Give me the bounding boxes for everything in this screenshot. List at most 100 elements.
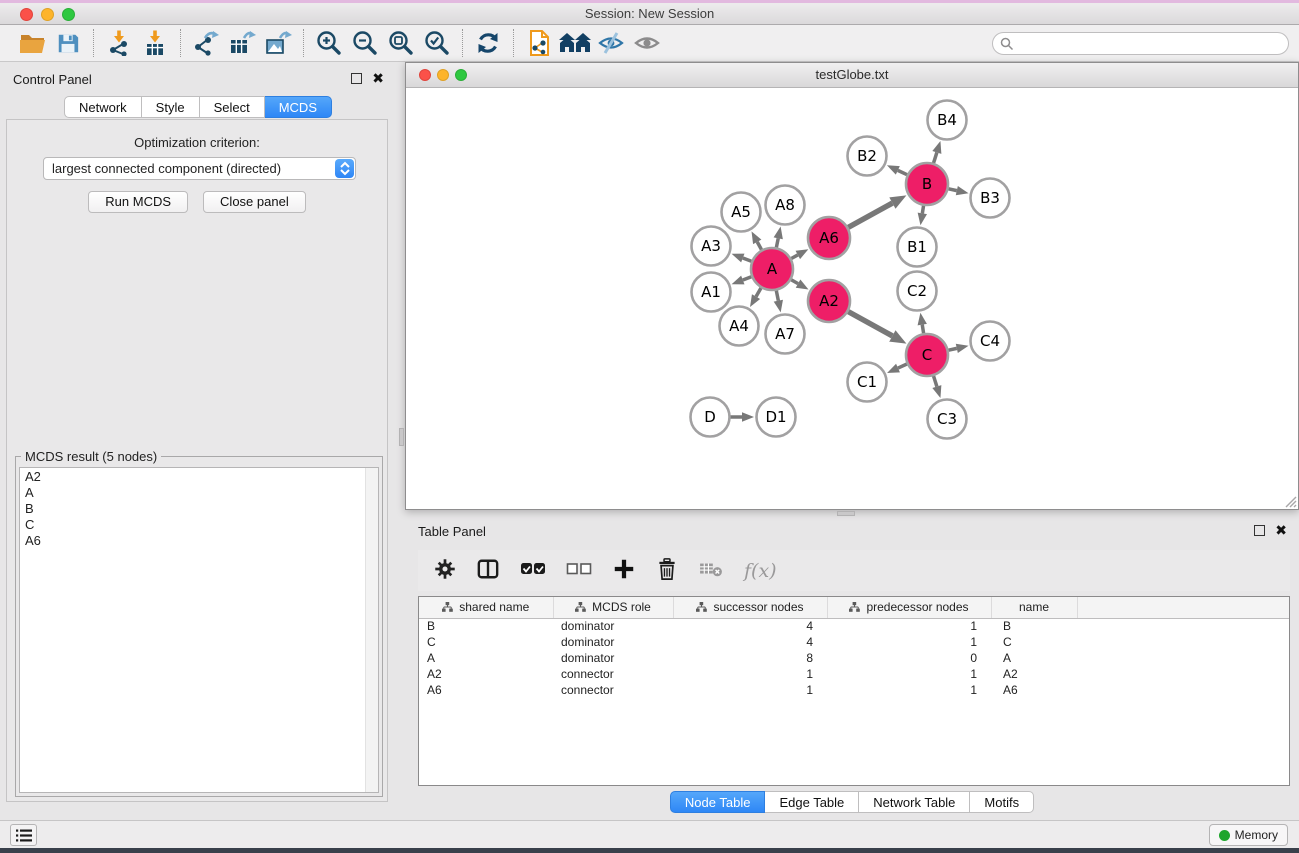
hide-selected-eye-slash-icon[interactable] (593, 27, 629, 59)
control-panel: Control Panel ✖ NetworkStyleSelectMCDS O… (4, 68, 392, 805)
tab-node-table[interactable]: Node Table (670, 791, 766, 813)
edge-C-C4[interactable] (948, 348, 956, 350)
import-network-icon[interactable] (101, 27, 137, 59)
zoom-fit-icon[interactable] (383, 27, 419, 59)
tab-motifs[interactable]: Motifs (970, 791, 1034, 813)
refresh-icon[interactable] (470, 27, 506, 59)
graph-node-label: A5 (731, 203, 751, 221)
app-titlebar: Session: New Session (0, 3, 1299, 25)
mcds-result-item[interactable]: A2 (20, 469, 364, 485)
edge-A-A3[interactable] (743, 258, 752, 261)
splitter-handle-horizontal[interactable] (837, 511, 855, 516)
edge-A-A5[interactable] (757, 242, 761, 250)
show-all-eye-icon[interactable] (629, 27, 665, 59)
tab-network-table[interactable]: Network Table (859, 791, 970, 813)
graph-node-label: A4 (729, 317, 749, 335)
splitter-handle-vertical[interactable] (399, 428, 404, 446)
first-neighbors-icon[interactable] (557, 27, 593, 59)
table-row[interactable]: A6connector11A6 (419, 682, 1289, 698)
import-table-icon[interactable] (137, 27, 173, 59)
edge-A-A6[interactable] (791, 255, 797, 259)
edge-A6-B[interactable] (848, 203, 892, 227)
network-window-title: testGlobe.txt (406, 63, 1298, 87)
export-image-icon[interactable] (260, 27, 296, 59)
edge-A2-C[interactable] (848, 312, 892, 336)
save-session-icon[interactable] (50, 27, 86, 59)
edge-B-B2[interactable] (898, 170, 907, 174)
unselect-all-columns-icon[interactable] (566, 560, 592, 581)
tab-select[interactable]: Select (200, 96, 265, 118)
new-network-from-selection-icon[interactable] (521, 27, 557, 59)
mcds-result-item[interactable]: A (20, 485, 364, 501)
zoom-out-icon[interactable] (347, 27, 383, 59)
float-panel-icon[interactable] (351, 73, 362, 84)
mcds-result-item[interactable]: B (20, 501, 364, 517)
tab-style[interactable]: Style (142, 96, 200, 118)
show-column-panel-icon[interactable] (476, 558, 500, 583)
zoom-network-button[interactable] (455, 69, 467, 81)
zoom-selected-icon[interactable] (419, 27, 455, 59)
edge-B-B1[interactable] (922, 206, 923, 214)
node-table[interactable]: shared nameMCDS rolesuccessor nodesprede… (418, 596, 1290, 786)
table-row[interactable]: Bdominator41B (419, 618, 1289, 634)
edge-C-C1[interactable] (898, 364, 907, 368)
tab-edge-table[interactable]: Edge Table (765, 791, 859, 813)
minimize-network-button[interactable] (437, 69, 449, 81)
mcds-result-item[interactable]: C (20, 517, 364, 533)
zoom-in-icon[interactable] (311, 27, 347, 59)
mcds-result-item[interactable]: A6 (20, 533, 364, 549)
edge-C-C2[interactable] (922, 325, 923, 334)
function-builder-fx-label[interactable]: f(x) (744, 560, 777, 582)
edge-C-C3[interactable] (934, 376, 937, 387)
edge-B-B4[interactable] (934, 152, 937, 163)
mcds-result-list[interactable]: A2ABCA6 (19, 467, 379, 793)
edge-A-A4[interactable] (756, 288, 761, 297)
column-header-successor-nodes[interactable]: successor nodes (673, 597, 827, 618)
select-all-columns-icon[interactable] (520, 560, 546, 581)
edge-A-A7[interactable] (776, 291, 778, 301)
export-network-icon[interactable] (188, 27, 224, 59)
edge-A-A1[interactable] (743, 277, 752, 280)
criterion-dropdown[interactable]: largest connected component (directed) (43, 157, 356, 180)
table-row[interactable]: Adominator80A (419, 650, 1289, 666)
create-column-plus-icon[interactable] (612, 557, 636, 584)
table-settings-gear-icon[interactable] (434, 558, 456, 583)
tab-mcds[interactable]: MCDS (265, 96, 332, 118)
close-table-panel-icon[interactable]: ✖ (1275, 525, 1287, 536)
run-mcds-button[interactable]: Run MCDS (88, 191, 188, 213)
delete-table-icon[interactable] (698, 559, 724, 582)
graph-node-label: A6 (819, 229, 839, 247)
open-file-icon[interactable] (14, 27, 50, 59)
minimize-window-button[interactable] (41, 8, 54, 21)
close-panel-icon[interactable]: ✖ (372, 73, 384, 84)
zoom-window-button[interactable] (62, 8, 75, 21)
graph-node-label: A1 (701, 283, 721, 301)
network-canvas[interactable]: B4B2BB3A5A8A6A3B1AA1C2A2A4A7C4CC1C3DD1 (406, 88, 1298, 509)
column-header-shared-name[interactable]: shared name (419, 597, 553, 618)
close-panel-button[interactable]: Close panel (203, 191, 306, 213)
graph-node-label: B1 (907, 238, 927, 256)
scrollbar-track[interactable] (365, 468, 378, 792)
column-header-MCDS-role[interactable]: MCDS role (553, 597, 673, 618)
edge-A-A2[interactable] (791, 280, 798, 284)
graph-node-label: C (922, 346, 932, 364)
column-header-predecessor-nodes[interactable]: predecessor nodes (827, 597, 991, 618)
edge-A-A8[interactable] (776, 238, 778, 247)
tab-network[interactable]: Network (64, 96, 142, 118)
task-history-list-icon[interactable] (10, 824, 37, 846)
table-row[interactable]: Cdominator41C (419, 634, 1289, 650)
column-header-name[interactable]: name (991, 597, 1077, 618)
resize-grip-icon[interactable] (1283, 494, 1297, 508)
search-input[interactable] (1014, 34, 1288, 53)
close-window-button[interactable] (20, 8, 33, 21)
search-box[interactable] (992, 32, 1289, 55)
network-view-window: testGlobe.txt B4B2BB3A5A8A6A3B1AA1C2A2A4… (405, 62, 1299, 510)
float-table-panel-icon[interactable] (1254, 525, 1265, 536)
network-window-titlebar[interactable]: testGlobe.txt (406, 63, 1298, 88)
export-table-icon[interactable] (224, 27, 260, 59)
close-network-button[interactable] (419, 69, 431, 81)
edge-B-B3[interactable] (948, 189, 956, 191)
delete-column-trash-icon[interactable] (656, 557, 678, 584)
table-row[interactable]: A2connector11A2 (419, 666, 1289, 682)
memory-button[interactable]: Memory (1209, 824, 1288, 846)
